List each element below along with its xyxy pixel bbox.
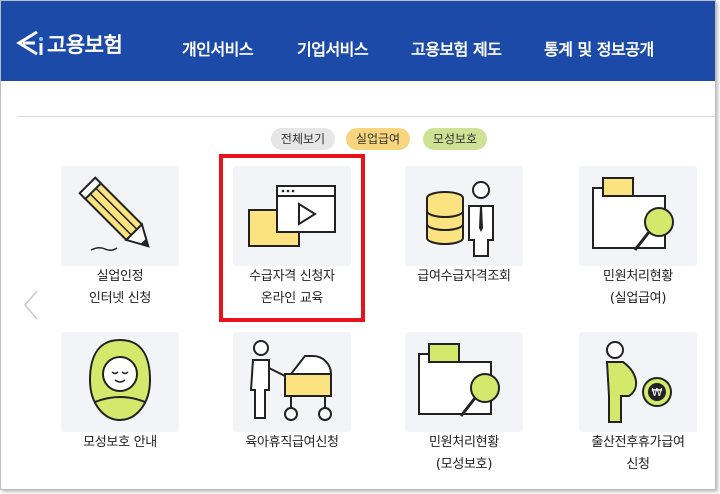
database-person-icon (426, 181, 494, 257)
service-tile-maternity-leave-benefit[interactable]: ₩ (579, 332, 697, 432)
baby-icon (88, 338, 152, 422)
service-tile-online-education[interactable] (233, 166, 351, 266)
top-navigation-bar: 고용보험 개인서비스 기업서비스 고용보험 제도 통계 및 정보공개 (1, 1, 715, 81)
service-tile-maternity-guide[interactable] (61, 332, 179, 432)
nav-business-services[interactable]: 기업서비스 (297, 36, 369, 60)
nav-statistics-info[interactable]: 통계 및 정보공개 (544, 36, 654, 60)
filter-maternity-chip[interactable]: 모성보호 (423, 128, 487, 150)
svg-text:₩: ₩ (652, 386, 663, 399)
stroller-icon (249, 340, 333, 421)
service-tile-unemployment-recognition[interactable] (61, 166, 179, 266)
service-tile-parental-leave[interactable] (233, 332, 351, 432)
service-label-8: 출산전후휴가급여 신청 (591, 435, 685, 472)
carousel-prev-arrow-icon[interactable] (23, 289, 39, 321)
page-frame: 고용보험 개인서비스 기업서비스 고용보험 제도 통계 및 정보공개 전체보기 … (0, 0, 716, 490)
service-label-4: 민원처리현황 (실업급여) (603, 269, 673, 306)
logo-text: 고용보험 (47, 33, 123, 57)
ei-logo-icon (16, 30, 43, 56)
service-tile-complaint-status-unemployment[interactable] (579, 166, 697, 266)
service-tile-complaint-status-maternity[interactable] (405, 332, 523, 432)
folder-search-icon (418, 343, 500, 417)
filter-all-chip[interactable]: 전체보기 (271, 128, 335, 150)
filter-unemployment-chip[interactable]: 실업급여 (346, 128, 410, 150)
video-play-icon (248, 185, 336, 247)
pencil-icon (78, 176, 150, 252)
nav-personal-services[interactable]: 개인서비스 (182, 36, 254, 60)
service-label-5: 모성보호 안내 (83, 435, 157, 450)
service-tile-benefit-inquiry[interactable] (405, 166, 523, 266)
service-label-3: 급여수급자격조회 (417, 269, 511, 284)
service-label-1: 실업인정 인터넷 신청 (88, 269, 152, 306)
sub-header-bar (17, 81, 715, 117)
pregnant-won-icon: ₩ (605, 341, 672, 423)
site-logo[interactable]: 고용보험 (15, 29, 123, 59)
service-label-6: 육아휴직급여신청 (245, 435, 339, 450)
nav-insurance-system[interactable]: 고용보험 제도 (411, 36, 502, 60)
service-label-2: 수급자격 신청자 온라인 교육 (249, 269, 335, 306)
service-label-7: 민원처리현황 (모성보호) (429, 435, 499, 472)
folder-search-icon (592, 177, 674, 251)
